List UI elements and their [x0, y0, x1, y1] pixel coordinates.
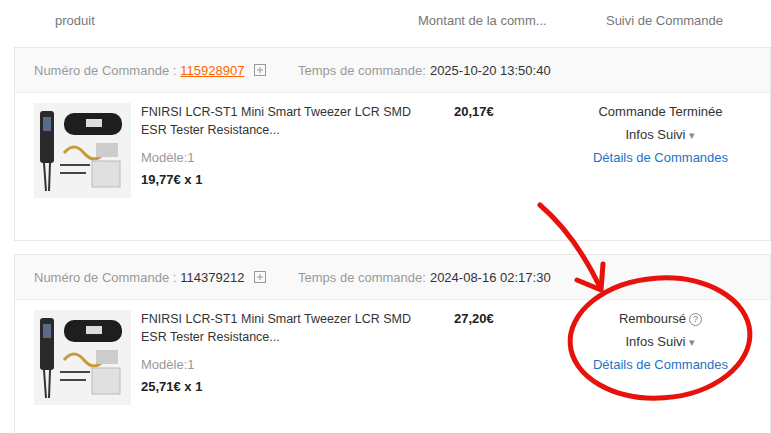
status-cell: Commande Terminée Infos Suivi▾ Détails de … [559, 103, 770, 230]
order-status-text: Remboursé [619, 310, 686, 328]
column-label: produit [33, 13, 413, 28]
product-model: Modèle:1 [141, 356, 411, 374]
order-time-value: 2024-08-16 02:17:30 [430, 270, 551, 285]
order-header: Numéro de Commande : 115928907 Temps de co… [15, 48, 770, 93]
amount-cell: 20,17€ [414, 103, 559, 230]
dropdown-arrow-icon[interactable]: ▾ [689, 333, 695, 351]
product-image[interactable] [34, 310, 131, 405]
order-number-value: 114379212 [180, 270, 244, 285]
order-time-label: Temps de commande: [298, 270, 426, 285]
product-title-line[interactable]: ESR Tester Resistance... [141, 121, 411, 139]
order-number: Numéro de Commande : 115928907 [34, 63, 298, 78]
order-details-link[interactable]: Détails de Commandes [593, 149, 728, 167]
copy-icon[interactable] [254, 271, 266, 283]
product-title-line[interactable]: FNIRSI LCR-ST1 Mini Smart Tweezer LCR SM… [141, 310, 411, 328]
copy-icon[interactable] [254, 64, 266, 76]
product-image[interactable] [34, 103, 131, 198]
product-title-line[interactable]: FNIRSI LCR-ST1 Mini Smart Tweezer LCR SM… [141, 103, 411, 121]
order-status-text: Commande Terminée [598, 103, 722, 121]
order-time-label: Temps de commande: [298, 63, 426, 78]
order-time: Temps de commande: 2024-08-16 02:17:30 [298, 270, 551, 285]
product-cell: FNIRSI LCR-ST1 Mini Smart Tweezer LCR SM… [34, 103, 414, 230]
annotation-arrow-icon [0, 0, 771, 433]
tracking-toggle[interactable]: Infos Suivi▾ [626, 126, 696, 144]
order-number-value[interactable]: 115928907 [180, 63, 244, 78]
product-cell: FNIRSI LCR-ST1 Mini Smart Tweezer LCR SM… [34, 310, 414, 433]
order-body: FNIRSI LCR-ST1 Mini Smart Tweezer LCR SM… [15, 93, 770, 240]
product-title-line[interactable]: ESR Tester Resistance... [141, 328, 411, 346]
order-body: FNIRSI LCR-ST1 Mini Smart Tweezer LCR SM… [15, 300, 770, 433]
product-info: FNIRSI LCR-ST1 Mini Smart Tweezer LCR SM… [141, 310, 411, 433]
tracking-label[interactable]: Infos Suivi [626, 333, 686, 351]
product-model: Modèle:1 [141, 149, 411, 167]
help-icon[interactable]: ? [689, 313, 702, 326]
order-status: Commande Terminée [598, 103, 722, 121]
tracking-label[interactable]: Infos Suivi [626, 126, 686, 144]
product-title[interactable]: FNIRSI LCR-ST1 Mini Smart Tweezer LCR SM… [141, 103, 411, 139]
order-status: Remboursé? [619, 310, 702, 328]
order-number-label: Numéro de Commande : [34, 63, 176, 78]
order-number: Numéro de Commande : 114379212 [34, 270, 298, 285]
order-amount: 20,17€ [454, 104, 494, 119]
column-header: produitMontant de la comm...Suivi de Com… [14, 0, 771, 40]
status-cell: Remboursé?Infos Suivi▾Détails de Command… [559, 310, 770, 433]
order-time: Temps de commande: 2025-10-20 13:50:40 [298, 63, 551, 78]
order-amount: 27,20€ [454, 311, 494, 326]
orders-page: produitMontant de la comm...Suivi de Com… [0, 0, 771, 433]
order-card: Numéro de Commande : 114379212 Temps de co… [14, 254, 771, 433]
column-label: Suivi de Commande [558, 13, 771, 28]
product-price: 19,77€ x 1 [141, 171, 411, 189]
tracking-toggle[interactable]: Infos Suivi▾ [626, 333, 696, 351]
dropdown-arrow-icon[interactable]: ▾ [689, 126, 695, 144]
column-label: Montant de la comm... [413, 13, 558, 28]
order-details-link[interactable]: Détails de Commandes [593, 356, 728, 374]
product-title[interactable]: FNIRSI LCR-ST1 Mini Smart Tweezer LCR SM… [141, 310, 411, 346]
amount-cell: 27,20€ [414, 310, 559, 433]
order-time-value: 2025-10-20 13:50:40 [430, 63, 551, 78]
order-number-label: Numéro de Commande : [34, 270, 176, 285]
order-header: Numéro de Commande : 114379212 Temps de co… [15, 255, 770, 300]
order-card: Numéro de Commande : 115928907 Temps de co… [14, 47, 771, 241]
product-info: FNIRSI LCR-ST1 Mini Smart Tweezer LCR SM… [141, 103, 411, 230]
product-price: 25,71€ x 1 [141, 378, 411, 396]
